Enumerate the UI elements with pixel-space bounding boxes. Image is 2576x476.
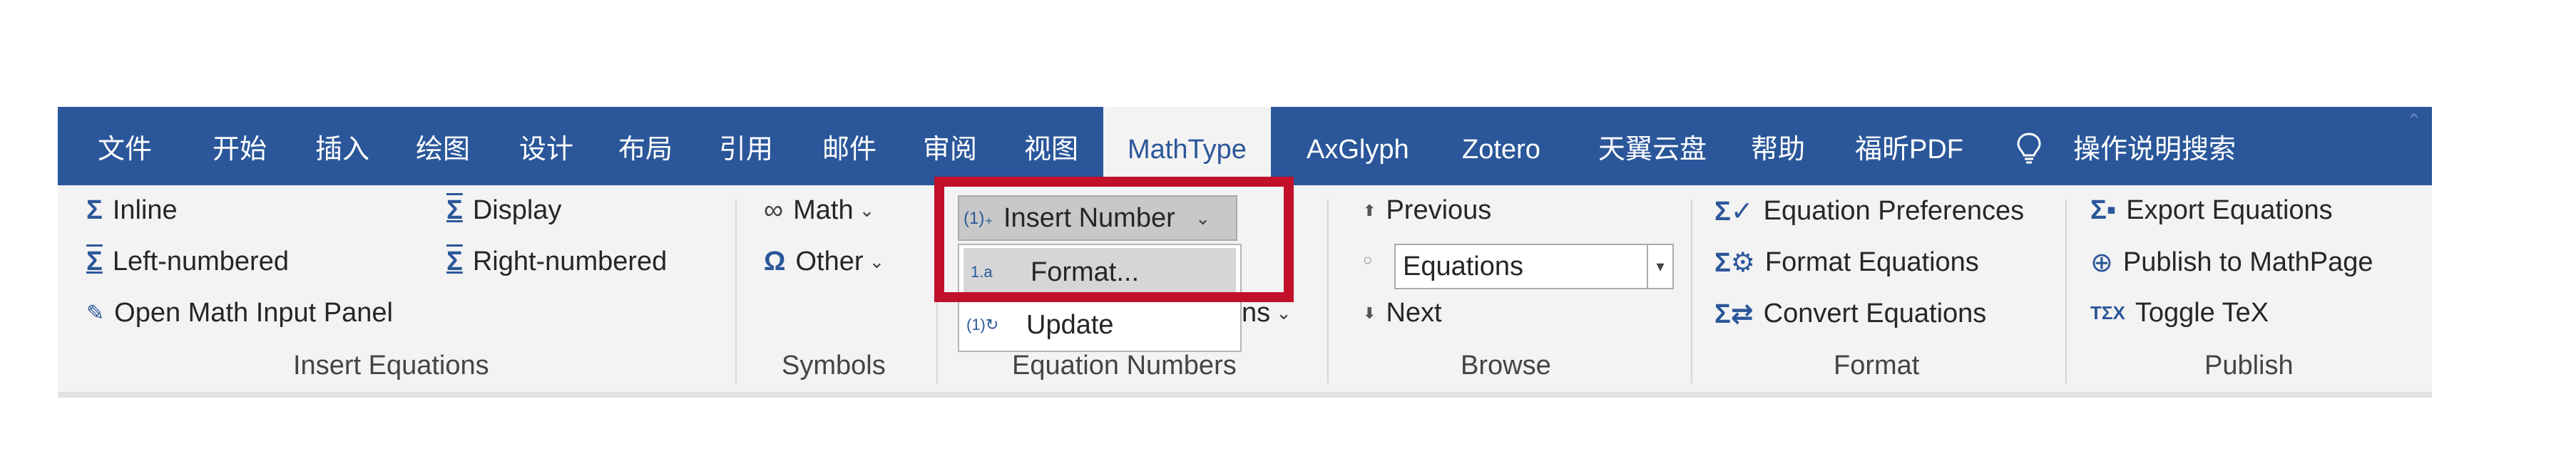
- tab-layout[interactable]: 布局: [618, 107, 673, 185]
- equation-preferences-label: Equation Preferences: [1763, 196, 2025, 226]
- omega-icon: Ω: [764, 247, 786, 276]
- update-menu-item[interactable]: (1)↻ Update: [964, 301, 1236, 349]
- group-separator: [1691, 200, 1692, 383]
- tab-zotero[interactable]: Zotero: [1462, 107, 1540, 185]
- preferences-icon: Σ✓: [1714, 197, 1754, 227]
- previous-button[interactable]: ⬆ Previous: [1363, 195, 1491, 226]
- export-equations-label: Export Equations: [2126, 195, 2333, 225]
- group-separator: [2065, 200, 2067, 383]
- toggle-tex-button[interactable]: TΣX Toggle TeX: [2090, 298, 2269, 328]
- arrow-down-icon: ⬇: [1363, 304, 1376, 322]
- circle-icon: ○: [1363, 251, 1373, 269]
- group-label-insert-equations: Insert Equations: [293, 351, 489, 381]
- tab-mathtype[interactable]: MathType: [1103, 107, 1271, 187]
- publish-to-mathpage-button[interactable]: ⊕ Publish to MathPage: [2090, 247, 2373, 279]
- format-equations-icon: Σ⚙: [1714, 248, 1755, 278]
- inline-label: Inline: [112, 195, 178, 225]
- tex-icon: TΣX: [2090, 302, 2125, 324]
- export-icon: Σ▪: [2090, 195, 2117, 225]
- tab-insert[interactable]: 插入: [315, 107, 369, 185]
- tab-mailings[interactable]: 邮件: [822, 107, 876, 185]
- display-label: Display: [472, 195, 562, 225]
- other-label: Other: [795, 247, 864, 276]
- ribbon-bottom-border: [58, 392, 2432, 398]
- right-numbered-button[interactable]: Σ Right-numbered: [446, 247, 667, 277]
- open-math-input-label: Open Math Input Panel: [114, 298, 393, 328]
- globe-icon: ⊕: [2090, 248, 2113, 278]
- tab-draw[interactable]: 绘图: [416, 107, 470, 185]
- left-numbered-label: Left-numbered: [112, 247, 289, 276]
- math-symbols-button[interactable]: ∞ Math ⌄: [764, 195, 874, 226]
- next-label: Next: [1386, 298, 1442, 328]
- publish-mathpage-label: Publish to MathPage: [2122, 247, 2373, 277]
- convert-equations-label: Convert Equations: [1763, 299, 1987, 328]
- math-label: Math: [793, 195, 854, 225]
- equation-preferences-button[interactable]: Σ✓ Equation Preferences: [1714, 195, 2024, 227]
- annotation-highlight-box: [934, 177, 1294, 302]
- lightbulb-icon[interactable]: [2015, 131, 2043, 165]
- left-numbered-button[interactable]: Σ Left-numbered: [86, 247, 289, 277]
- inline-button[interactable]: Σ Inline: [86, 195, 178, 226]
- tab-view[interactable]: 视图: [1024, 107, 1078, 185]
- convert-icon: Σ⇄: [1714, 299, 1754, 329]
- previous-label: Previous: [1386, 195, 1492, 225]
- sigma-inline-icon: Σ: [86, 195, 103, 225]
- browse-by-value: Equations: [1403, 252, 1524, 281]
- tab-tianyi-cloud[interactable]: 天翼云盘: [1598, 107, 1707, 185]
- next-button[interactable]: ⬇ Next: [1363, 298, 1442, 328]
- display-button[interactable]: Σ Display: [446, 195, 561, 226]
- tab-references[interactable]: 引用: [719, 107, 773, 185]
- update-label: Update: [1026, 309, 1114, 340]
- convert-equations-button[interactable]: Σ⇄ Convert Equations: [1714, 298, 1986, 330]
- group-label-format: Format: [1834, 351, 1920, 381]
- tab-foxit-pdf[interactable]: 福昕PDF: [1855, 107, 1963, 185]
- pen-icon: ✎: [86, 301, 105, 325]
- sigma-display-icon: Σ: [446, 195, 463, 225]
- group-label-publish: Publish: [2204, 351, 2294, 381]
- group-label-browse: Browse: [1461, 351, 1551, 381]
- browse-by-select[interactable]: Equations ▾: [1394, 244, 1674, 289]
- group-separator: [735, 200, 737, 383]
- group-separator: [1327, 200, 1329, 383]
- other-symbols-button[interactable]: Ω Other ⌄: [764, 247, 884, 277]
- tab-help[interactable]: 帮助: [1751, 107, 1805, 185]
- sigma-right-numbered-icon: Σ: [446, 247, 463, 276]
- update-number-icon: (1)↻: [966, 316, 999, 333]
- chevron-down-icon: ⌄: [859, 200, 875, 221]
- right-numbered-label: Right-numbered: [472, 247, 668, 276]
- open-math-input-panel-button[interactable]: ✎ Open Math Input Panel: [86, 298, 393, 328]
- tab-file[interactable]: 文件: [98, 107, 152, 185]
- infinity-icon: ∞: [764, 195, 784, 225]
- format-equations-button[interactable]: Σ⚙ Format Equations: [1714, 247, 1979, 279]
- format-equations-label: Format Equations: [1764, 247, 1979, 277]
- group-label-symbols: Symbols: [782, 351, 886, 381]
- tab-home[interactable]: 开始: [213, 107, 267, 185]
- tab-axglyph[interactable]: AxGlyph: [1307, 107, 1409, 185]
- toggle-tex-label: Toggle TeX: [2135, 298, 2269, 328]
- ribbon-tab-bar: 文件 开始 插入 绘图 设计 布局 引用 邮件 审阅 视图 MathType A…: [58, 107, 2432, 187]
- export-equations-button[interactable]: Σ▪ Export Equations: [2090, 195, 2333, 226]
- arrow-up-icon: ⬆: [1363, 201, 1376, 219]
- chevron-down-icon[interactable]: ▾: [1647, 245, 1672, 288]
- chevron-down-icon: ⌄: [1276, 302, 1292, 324]
- tab-design[interactable]: 设计: [519, 107, 573, 185]
- sigma-left-numbered-icon: Σ: [86, 247, 103, 276]
- insert-reference-partial-label: ns ⌄: [1242, 298, 1292, 328]
- collapse-ribbon-icon[interactable]: ⌃: [2406, 110, 2428, 131]
- chevron-down-icon: ⌄: [869, 251, 885, 272]
- tell-me-search[interactable]: 操作说明搜索: [2073, 107, 2236, 185]
- tab-review[interactable]: 审阅: [923, 107, 977, 185]
- group-label-equation-numbers: Equation Numbers: [1012, 351, 1237, 381]
